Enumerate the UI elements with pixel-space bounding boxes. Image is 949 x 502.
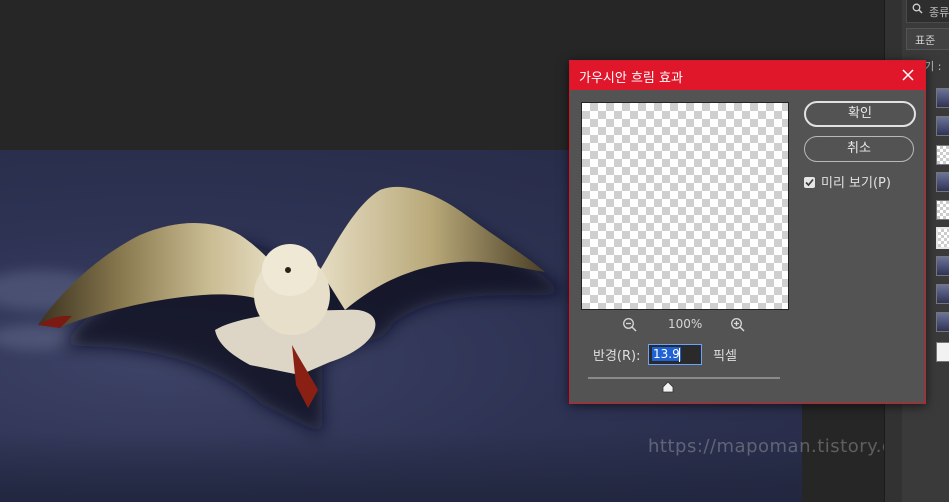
close-button[interactable] [897,64,919,86]
gaussian-blur-dialog: 가우시안 흐림 효과 100% 확인 취소 미리 보기(P) 반경(R): 13… [569,60,926,404]
zoom-level: 100% [668,317,703,331]
layer-thumbnail[interactable] [936,88,949,108]
radius-value: 13.9 [652,347,681,361]
dialog-title: 가우시안 흐림 효과 [579,71,683,86]
radius-unit: 픽셀 [713,349,737,364]
search-icon [912,3,923,14]
radius-slider-thumb[interactable] [662,381,674,393]
dialog-title-bar[interactable]: 가우시안 흐림 효과 [570,61,925,90]
radius-input[interactable]: 13.9 [648,344,702,365]
cancel-button[interactable]: 취소 [804,136,914,162]
text-caret [679,348,680,362]
layer-thumbnail[interactable] [936,284,949,304]
blend-mode-select[interactable]: 표준 [906,28,949,50]
checkbox-checked-icon [804,177,815,188]
layer-thumbnail[interactable] [936,116,949,136]
layer-thumbnail[interactable] [936,172,949,192]
watermark: https://mapoman.tistory.com [648,436,922,457]
zoom-in-icon[interactable] [730,317,746,333]
zoom-out-icon[interactable] [622,317,638,333]
blend-mode-value: 표준 [915,34,936,47]
layer-thumbnail[interactable] [936,145,949,165]
layer-thumbnail[interactable] [936,200,949,220]
layer-thumbnail-selected[interactable] [936,227,949,249]
preview-label: 미리 보기(P) [821,176,891,191]
filter-label: 종류 [929,6,949,19]
radius-label: 반경(R): [593,349,641,364]
layer-thumbnail[interactable] [936,312,949,332]
ok-button[interactable]: 확인 [804,101,916,127]
preview-checkbox[interactable]: 미리 보기(P) [804,172,891,191]
preview-area[interactable] [581,102,789,310]
layer-filter[interactable]: 종류 [906,0,949,23]
radius-slider-track[interactable] [588,377,780,379]
close-icon [902,69,914,81]
layer-thumbnail[interactable] [936,342,949,362]
layer-thumbnail[interactable] [936,256,949,276]
